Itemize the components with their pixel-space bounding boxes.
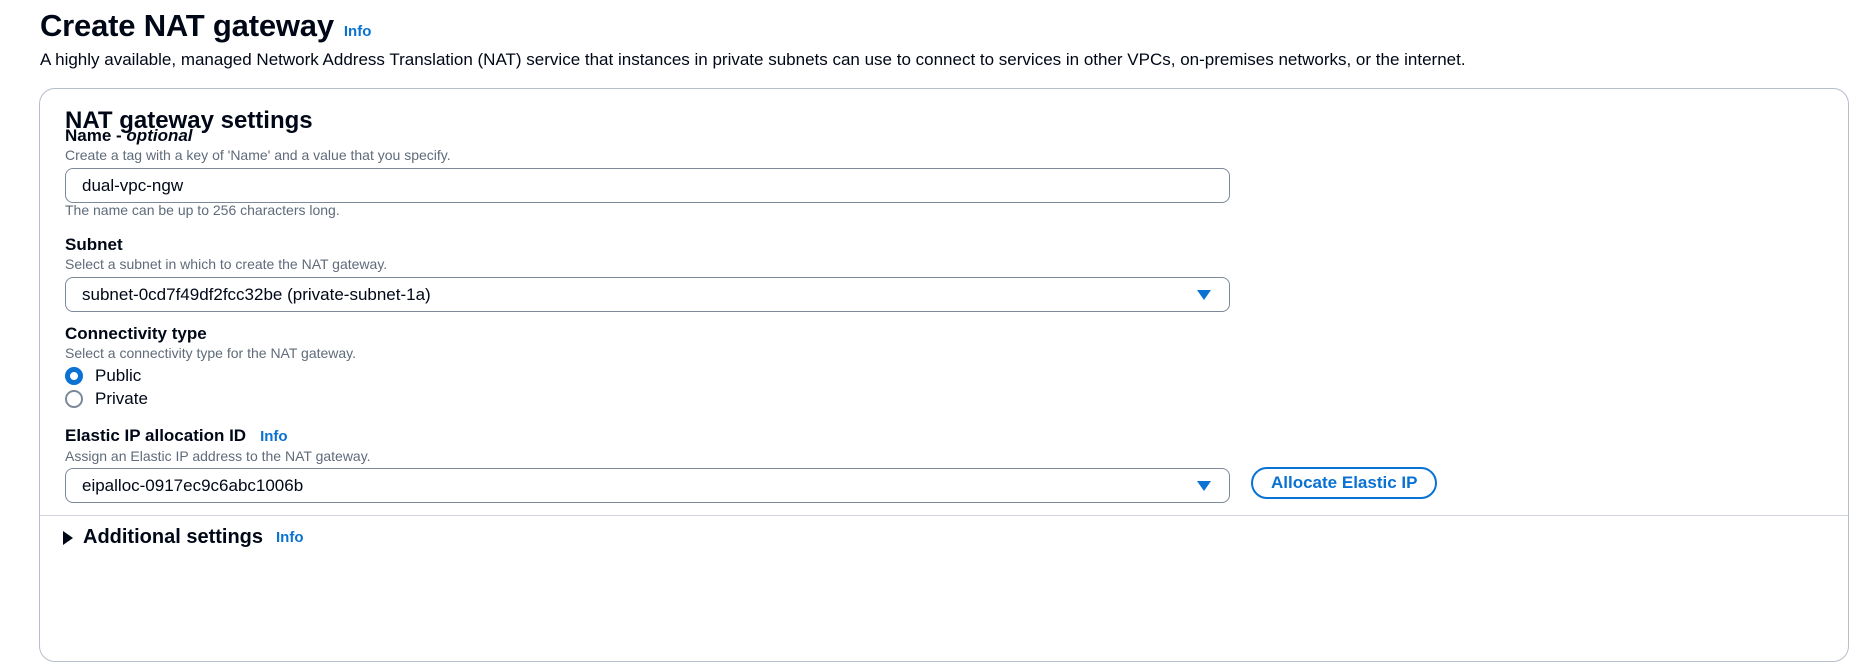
- page: Create NAT gateway Info A highly availab…: [0, 0, 1863, 669]
- radio-public[interactable]: Public: [65, 366, 141, 386]
- subnet-field-description: Select a subnet in which to create the N…: [65, 256, 388, 272]
- radio-unchecked-icon[interactable]: [65, 390, 83, 408]
- connectivity-field-description: Select a connectivity type for the NAT g…: [65, 345, 357, 361]
- additional-settings-expander[interactable]: Additional settings Info: [63, 526, 304, 549]
- page-header: Create NAT gateway Info: [40, 8, 371, 44]
- subnet-field-label: Subnet: [65, 235, 123, 254]
- connectivity-field-label: Connectivity type: [65, 324, 207, 343]
- eip-info-link[interactable]: Info: [260, 428, 288, 445]
- caret-down-icon: [1197, 480, 1211, 491]
- additional-settings-label: Additional settings: [83, 526, 263, 548]
- page-description: A highly available, managed Network Addr…: [40, 50, 1466, 69]
- name-field-hint: The name can be up to 256 characters lon…: [65, 202, 340, 218]
- name-input[interactable]: [65, 168, 1230, 203]
- page-title: Create NAT gateway: [40, 8, 334, 43]
- nat-gateway-settings-panel: NAT gateway settings Name - optional Cre…: [39, 88, 1849, 662]
- name-label-optional: optional: [126, 126, 193, 145]
- eip-label-text: Elastic IP allocation ID: [65, 426, 247, 445]
- name-label-text: Name -: [65, 126, 127, 145]
- radio-private[interactable]: Private: [65, 389, 148, 409]
- title-row: Create NAT gateway Info: [40, 8, 371, 44]
- subnet-select-value: subnet-0cd7f49df2fcc32be (private-subnet…: [82, 284, 431, 304]
- eip-select-value: eipalloc-0917ec9c6abc1006b: [82, 475, 304, 495]
- eip-field-label: Elastic IP allocation ID Info: [65, 426, 288, 446]
- divider: [40, 515, 1848, 516]
- name-field-description: Create a tag with a key of 'Name' and a …: [65, 147, 451, 163]
- subnet-select[interactable]: subnet-0cd7f49df2fcc32be (private-subnet…: [65, 277, 1230, 312]
- eip-select[interactable]: eipalloc-0917ec9c6abc1006b: [65, 468, 1230, 503]
- additional-info-link[interactable]: Info: [276, 529, 304, 546]
- radio-private-label: Private: [95, 389, 148, 408]
- eip-field-description: Assign an Elastic IP address to the NAT …: [65, 448, 371, 464]
- caret-down-icon: [1197, 289, 1211, 300]
- radio-public-label: Public: [95, 366, 142, 385]
- title-info-link[interactable]: Info: [344, 23, 372, 40]
- allocate-elastic-ip-button[interactable]: Allocate Elastic IP: [1251, 467, 1438, 499]
- radio-checked-icon[interactable]: [65, 367, 83, 385]
- name-field-label: Name - optional: [65, 126, 193, 146]
- expand-triangle-icon: [63, 530, 73, 545]
